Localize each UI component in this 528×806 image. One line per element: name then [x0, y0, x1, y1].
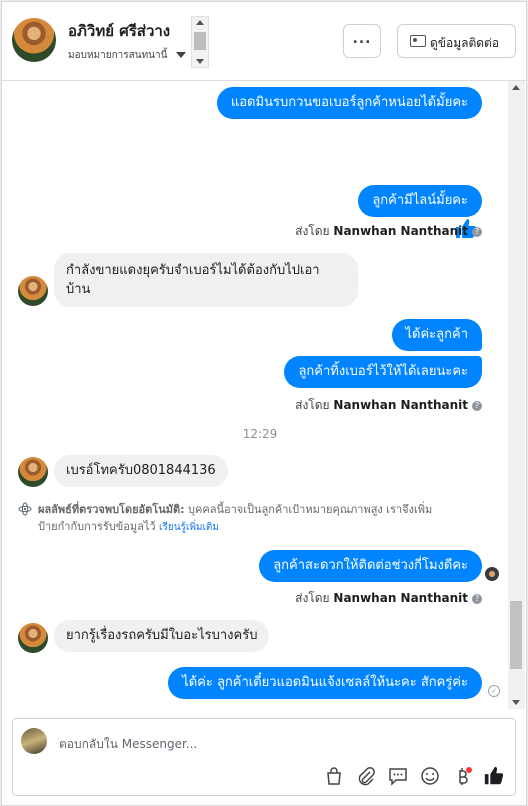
attachment-icon[interactable]: [355, 765, 377, 787]
info-icon[interactable]: ?: [472, 400, 482, 411]
shopping-bag-icon[interactable]: [323, 765, 345, 787]
message-incoming: ยากรู้เรื่องรถครับมีใบอะไรบางครับ: [54, 620, 270, 652]
scroll-down-icon[interactable]: [512, 700, 520, 705]
composer-toolbar: [13, 763, 515, 789]
contact-avatar[interactable]: [12, 18, 56, 62]
sender-name[interactable]: Nanwhan Nanthanit: [333, 398, 468, 412]
chevron-down-icon[interactable]: [176, 52, 186, 58]
timestamp: 12:29: [242, 427, 278, 441]
chat-window: อภิวิทย์ ศรีส่วาง มอบหมายการสนทนานี้ ...…: [1, 1, 527, 806]
contact-card-icon: [410, 35, 426, 47]
sender-name[interactable]: Nanwhan Nanthanit: [333, 224, 468, 238]
sent-by-label: ส่งโดย Nanwhan Nanthanit?: [295, 589, 482, 608]
page-avatar: [21, 728, 47, 754]
sent-by-prefix: ส่งโดย: [295, 591, 330, 605]
view-contact-button[interactable]: ดูข้อมูลติดต่อ: [397, 24, 516, 58]
payment-icon[interactable]: [451, 765, 473, 787]
scroll-down-icon[interactable]: [196, 59, 204, 64]
scroll-up-icon[interactable]: [196, 20, 204, 25]
reply-input[interactable]: ตอบกลับใน Messenger...: [59, 735, 197, 754]
message-incoming: กำลังขายแดงยุครับจำเบอร์ไมได้ต้องกับไปเอ…: [54, 253, 358, 307]
sent-status-icon: ✓: [488, 685, 500, 697]
read-receipt-avatar: [485, 567, 499, 581]
scroll-thumb[interactable]: [194, 32, 206, 50]
auto-detected-title: ผลลัพธ์ที่ตรวจพบโดยอัตโนมัติ:: [38, 503, 185, 516]
message-outgoing: ลูกค้ามีไลน์มั้ยคะ: [358, 185, 482, 217]
contact-avatar-small[interactable]: [18, 457, 48, 487]
message-incoming: เบรอ์โทครับ0801844136: [54, 455, 228, 487]
more-options-button[interactable]: ...: [343, 24, 381, 58]
contact-name[interactable]: อภิวิทย์ ศรีส่วาง: [68, 19, 170, 43]
header-scrollbar[interactable]: [191, 16, 209, 68]
message-scrollbar[interactable]: [508, 81, 525, 709]
message-outgoing: แอดมินรบกวนขอเบอร์ลูกค้าหน่อยได้มั้ยคะ: [216, 87, 482, 119]
contact-avatar-small[interactable]: [18, 276, 48, 306]
message-outgoing: ลูกค้าทิ้งเบอร์ไว้ให้ได้เลยนะคะ: [284, 356, 482, 388]
message-line: กำลังขายแดงยุครับจำเบอร์ไมได้ต้องกับไปเอ…: [66, 263, 320, 278]
sent-by-prefix: ส่งโดย: [295, 224, 330, 238]
auto-detected-text: บุคคลนี้อาจเป็นลูกค้าเป้าหมายคุณภาพสูง เ…: [188, 503, 433, 516]
conversation-header: อภิวิทย์ ศรีส่วาง มอบหมายการสนทนานี้ ...…: [2, 2, 526, 81]
saved-replies-icon[interactable]: [387, 765, 409, 787]
emoji-icon[interactable]: [419, 765, 441, 787]
message-outgoing: ลูกค้าสะดวกให้ติดต่อช่วงกี่โมงดีคะ: [259, 550, 482, 582]
reply-composer[interactable]: ตอบกลับใน Messenger...: [12, 718, 516, 796]
message-outgoing: ได้ค่ะลูกค้า: [391, 319, 482, 351]
assign-conversation-label[interactable]: มอบหมายการสนทนานี้: [68, 48, 167, 63]
scroll-thumb[interactable]: [510, 601, 522, 669]
ai-sparkle-icon: [18, 502, 32, 516]
like-button-icon[interactable]: [483, 765, 505, 787]
message-outgoing: ได้ค่ะ ลูกค้าเดี๋ยวแอดมินแจ้งเซลล์ให้นะค…: [168, 667, 482, 699]
info-icon[interactable]: ?: [472, 226, 482, 237]
learn-more-link[interactable]: เรียนรู้เพิ่มเติม: [159, 522, 219, 533]
sent-by-prefix: ส่งโดย: [295, 398, 330, 412]
message-line: บ้าน: [66, 282, 91, 297]
contact-avatar-small[interactable]: [18, 623, 48, 653]
auto-detected-note: ผลลัพธ์ที่ตรวจพบโดยอัตโนมัติ: บุคคลนี้อา…: [18, 501, 508, 536]
sender-name[interactable]: Nanwhan Nanthanit: [333, 591, 468, 605]
auto-detected-text: ป้ายกำกับการรับข้อมูลไว้: [38, 520, 156, 533]
message-list[interactable]: แอดมินรบกวนขอเบอร์ลูกค้าหน่อยได้มั้ยคะ ล…: [2, 81, 508, 709]
info-icon[interactable]: ?: [472, 593, 482, 604]
view-contact-label: ดูข้อมูลติดต่อ: [430, 36, 500, 50]
scroll-up-icon[interactable]: [512, 85, 520, 90]
sent-by-label: ส่งโดย Nanwhan Nanthanit?: [295, 222, 482, 241]
sent-by-label: ส่งโดย Nanwhan Nanthanit?: [295, 396, 482, 415]
